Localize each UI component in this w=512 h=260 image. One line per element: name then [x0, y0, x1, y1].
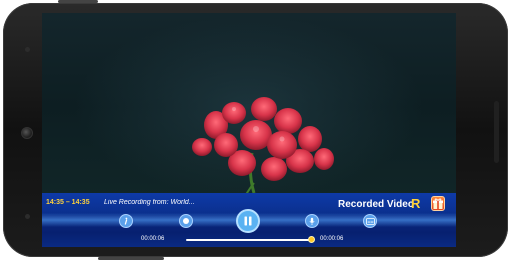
proximity-sensor [25, 47, 30, 52]
record-dot-icon [183, 218, 189, 224]
total-time: 00:00:06 [320, 236, 344, 242]
recorded-badge-letter: R [411, 196, 421, 211]
video-screen[interactable]: 14:35 – 14:35 Live Recording from: World… [42, 13, 456, 247]
gift-button[interactable] [431, 196, 445, 211]
microphone-icon [309, 217, 315, 225]
gift-icon [433, 198, 443, 209]
current-time: 00:00:06 [141, 236, 165, 242]
light-sensor [25, 214, 30, 219]
seek-bar[interactable] [186, 239, 311, 241]
earpiece-speaker [494, 101, 499, 163]
subtitles-button[interactable] [363, 214, 377, 228]
power-button[interactable] [58, 0, 98, 3]
play-pause-button[interactable] [236, 209, 260, 233]
info-button[interactable] [119, 214, 133, 228]
front-camera [21, 127, 33, 139]
live-recording-label: Live Recording from: World... [104, 199, 195, 206]
pause-icon [244, 216, 252, 226]
info-icon [124, 217, 128, 225]
recorded-video-label: Recorded Video [338, 199, 414, 210]
record-button[interactable] [179, 214, 193, 228]
seek-thumb[interactable] [307, 236, 315, 243]
microphone-button[interactable] [305, 214, 319, 228]
subtitles-icon [365, 217, 375, 225]
recording-time-range: 14:35 – 14:35 [46, 199, 90, 206]
